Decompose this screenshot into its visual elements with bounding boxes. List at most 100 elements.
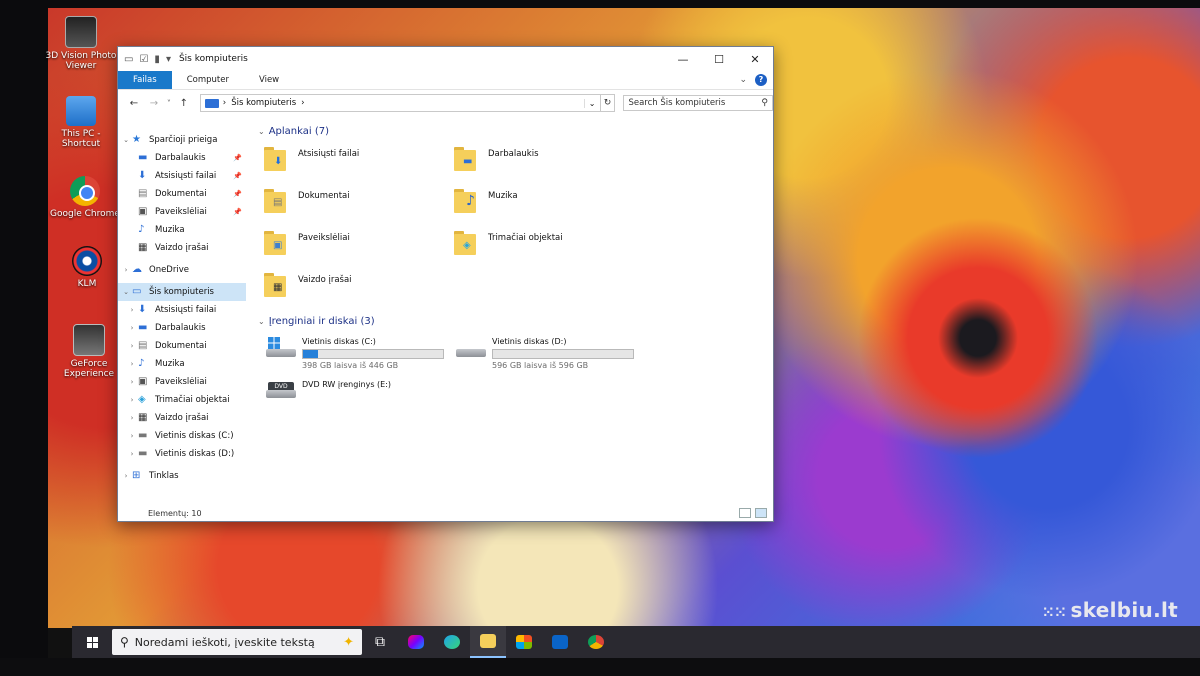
tab-view[interactable]: View — [244, 71, 294, 89]
music-icon: ♪ — [466, 193, 475, 209]
expand-ribbon-icon[interactable]: ⌄ — [739, 75, 747, 85]
close-button[interactable]: ✕ — [737, 53, 773, 66]
navigation-pane[interactable]: ⌄ ★ Sparčioji prieiga ▬ Darbalaukis 📌 ⬇ Atsisių… — [118, 117, 246, 505]
collapse-chevron-icon[interactable]: › — [126, 378, 138, 386]
collapse-chevron-icon[interactable]: › — [126, 306, 138, 314]
nav-item[interactable]: ▦ Vaizdo įrašai — [118, 239, 246, 257]
desktop-icon-chrome[interactable]: Google Chrome — [46, 176, 124, 219]
breadcrumb-chevron-icon[interactable]: › — [223, 98, 226, 108]
collapse-chevron-icon[interactable]: › — [120, 266, 132, 274]
maximize-button[interactable]: ☐ — [701, 53, 737, 66]
folder-item[interactable]: ▦ Vaizdo įrašai — [264, 271, 454, 301]
pin-icon[interactable]: 📌 — [233, 172, 242, 180]
content-pane[interactable]: ⌄ Aplankai (7) ⬇ Atsisiųsti failai ▬ Darbal… — [246, 117, 773, 505]
up-arrow-icon[interactable]: ↑ — [174, 98, 194, 109]
start-button[interactable] — [72, 626, 112, 658]
nav-item-label: Darbalaukis — [155, 323, 206, 333]
nav-item[interactable]: › ☁ OneDrive — [118, 261, 246, 279]
nav-item[interactable]: › ▣ Paveikslėliai — [118, 373, 246, 391]
download-icon: ⬇ — [138, 170, 147, 181]
drive-item-c[interactable]: Vietinis diskas (C:) 398 GB laisva iš 44… — [266, 337, 456, 370]
nav-item[interactable]: ⌄ ★ Sparčioji prieiga — [118, 131, 246, 149]
collapse-chevron-icon[interactable]: › — [126, 396, 138, 404]
forward-arrow-icon[interactable]: → — [144, 98, 164, 109]
collapse-chevron-icon[interactable]: › — [126, 360, 138, 368]
refresh-icon[interactable]: ↻ — [600, 94, 616, 112]
store-icon[interactable] — [506, 626, 542, 658]
drive-item-d[interactable]: Vietinis diskas (D:) 596 GB laisva iš 59… — [456, 337, 646, 370]
edge-icon[interactable] — [434, 626, 470, 658]
file-explorer-icon[interactable] — [470, 626, 506, 658]
outlook-icon[interactable] — [542, 626, 578, 658]
folders-group-header[interactable]: ⌄ Aplankai (7) — [258, 123, 773, 139]
folder-item[interactable]: ▤ Dokumentai — [264, 187, 454, 217]
nav-item[interactable]: ▣ Paveikslėliai 📌 — [118, 203, 246, 221]
folder-item[interactable]: ◈ Trimačiai objektai — [454, 229, 644, 259]
nav-item[interactable]: › ▤ Dokumentai — [118, 337, 246, 355]
nav-item[interactable]: › ♪ Muzika — [118, 355, 246, 373]
nav-item[interactable]: ♪ Muzika — [118, 221, 246, 239]
title-bar[interactable]: ▭ ☑ ▮ ▾ Šis kompiuteris — ☐ ✕ — [118, 47, 773, 71]
folder-item[interactable]: ▣ Paveikslėliai — [264, 229, 454, 259]
nav-item[interactable]: › ⊞ Tinklas — [118, 467, 246, 485]
back-arrow-icon[interactable]: ← — [124, 98, 144, 109]
desktop-icon-klm[interactable]: KLM — [48, 246, 126, 289]
folder-item[interactable]: ⬇ Atsisiųsti failai — [264, 145, 454, 175]
nav-item[interactable]: ⬇ Atsisiųsti failai 📌 — [118, 167, 246, 185]
nav-item[interactable]: › ⬇ Atsisiųsti failai — [118, 301, 246, 319]
collapse-chevron-icon[interactable]: › — [120, 472, 132, 480]
new-folder-icon[interactable]: ▮ — [154, 54, 160, 65]
folder-item[interactable]: ▬ Darbalaukis — [454, 145, 644, 175]
pin-icon[interactable]: 📌 — [233, 190, 242, 198]
devices-group-header[interactable]: ⌄ Įrenginiai ir diskai (3) — [258, 313, 773, 329]
nav-item[interactable]: › ▬ Vietinis diskas (D:) — [118, 445, 246, 463]
folder-item[interactable]: ♪ Muzika — [454, 187, 644, 217]
folder-label: Paveikslėliai — [298, 233, 350, 243]
expand-chevron-icon[interactable]: ⌄ — [120, 136, 132, 144]
nav-item[interactable]: › ▬ Darbalaukis — [118, 319, 246, 337]
collapse-chevron-icon[interactable]: › — [126, 450, 138, 458]
properties-icon[interactable]: ☑ — [139, 54, 148, 65]
collapse-chevron-icon[interactable]: › — [126, 414, 138, 422]
copilot-icon[interactable] — [398, 626, 434, 658]
picture-icon: ▣ — [138, 376, 148, 387]
details-view-icon[interactable] — [739, 508, 751, 518]
quick-access-toolbar-dropdown-icon[interactable]: ▾ — [166, 54, 171, 65]
nav-item[interactable]: › ▦ Vaizdo įrašai — [118, 409, 246, 427]
large-icons-view-icon[interactable] — [755, 508, 767, 518]
pin-icon[interactable]: 📌 — [233, 154, 242, 162]
desktop-icon-3d-vision[interactable]: 3D Vision Photo Viewer — [42, 16, 120, 71]
nav-item[interactable]: › ▬ Vietinis diskas (C:) — [118, 427, 246, 445]
search-input[interactable]: Search Šis kompiuteris ⚲ — [623, 95, 773, 111]
collapse-chevron-icon[interactable]: › — [126, 432, 138, 440]
tab-file[interactable]: Failas — [118, 71, 172, 89]
file-explorer-window[interactable]: ▭ ☑ ▮ ▾ Šis kompiuteris — ☐ ✕ Failas Com… — [117, 46, 774, 522]
address-bar[interactable]: › Šis kompiuteris › ⌄ — [199, 94, 601, 112]
nav-item[interactable]: ▬ Darbalaukis 📌 — [118, 149, 246, 167]
tab-computer[interactable]: Computer — [172, 71, 244, 89]
chrome-icon[interactable] — [578, 626, 614, 658]
cube-icon: ◈ — [138, 394, 146, 405]
help-button[interactable]: ? — [755, 74, 767, 86]
recent-locations-icon[interactable]: ˅ — [164, 99, 174, 108]
collapse-chevron-icon[interactable]: › — [126, 342, 138, 350]
breadcrumb-chevron-icon[interactable]: › — [301, 98, 304, 108]
collapse-chevron-icon[interactable]: › — [126, 324, 138, 332]
drive-icon — [456, 337, 486, 359]
nav-item[interactable]: › ◈ Trimačiai objektai — [118, 391, 246, 409]
nav-item[interactable]: ⌄ ▭ Šis kompiuteris — [118, 283, 246, 301]
taskbar-search-box[interactable]: ⚲ Noredami ieškoti, įveskite tekstą ✦ — [112, 629, 362, 655]
collapse-chevron-icon[interactable]: ⌄ — [258, 317, 265, 326]
expand-chevron-icon[interactable]: ⌄ — [120, 288, 132, 296]
search-icon[interactable]: ⚲ — [761, 98, 768, 108]
desktop-icon-this-pc[interactable]: This PC - Shortcut — [42, 96, 120, 149]
computer-icon — [66, 96, 96, 126]
collapse-chevron-icon[interactable]: ⌄ — [258, 127, 265, 136]
breadcrumb-item[interactable]: Šis kompiuteris — [231, 98, 296, 108]
nav-item[interactable]: ▤ Dokumentai 📌 — [118, 185, 246, 203]
address-dropdown-icon[interactable]: ⌄ — [583, 98, 600, 108]
pin-icon[interactable]: 📌 — [233, 208, 242, 216]
task-view-icon[interactable]: ⧉ — [362, 626, 398, 658]
dvd-drive-item[interactable]: DVD DVD RW įrenginys (E:) — [266, 378, 773, 400]
minimize-button[interactable]: — — [665, 53, 701, 66]
